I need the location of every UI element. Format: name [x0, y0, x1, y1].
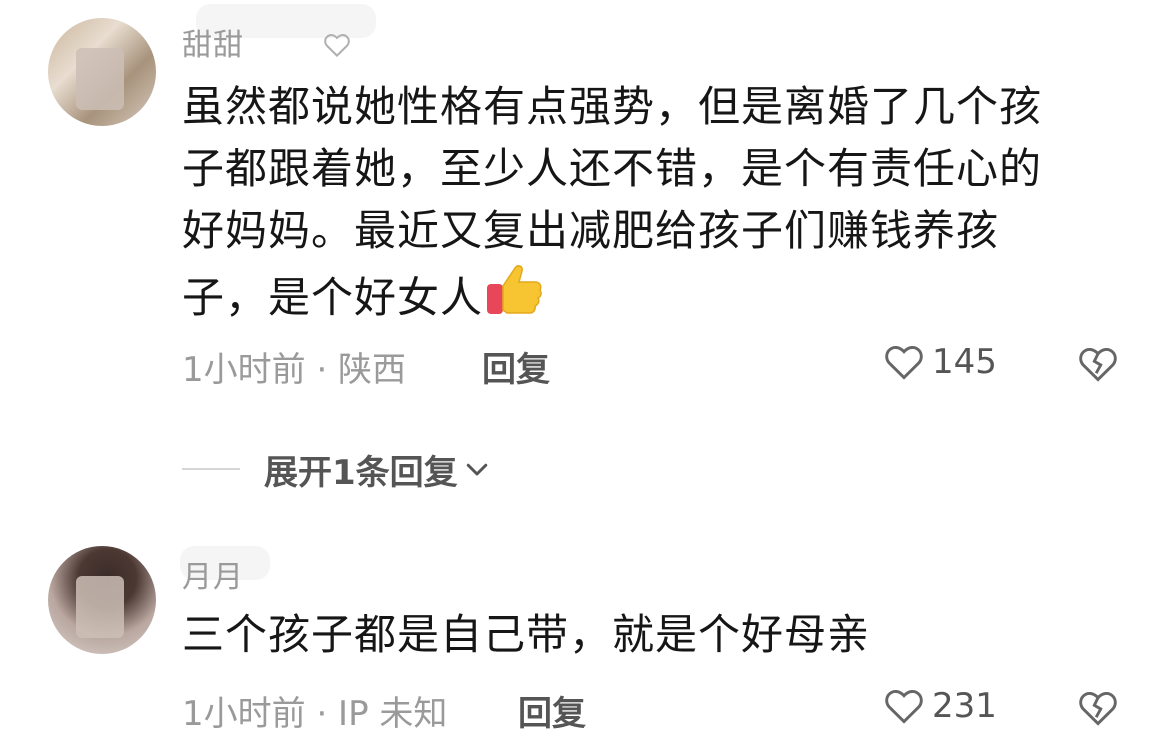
- chevron-down-icon: [466, 463, 487, 476]
- broken-heart-icon[interactable]: [1076, 342, 1120, 386]
- like-count: 231: [932, 686, 997, 726]
- username[interactable]: 月月: [182, 552, 244, 596]
- avatar[interactable]: [48, 18, 156, 126]
- comment-line-text: 子，是个好女人: [182, 273, 484, 322]
- comment-line: 三个孩子都是自己带，就是个好母亲: [182, 610, 871, 659]
- comment-text: 虽然都说她性格有点强势，但是离婚了几个孩 子都跟着她，至少人还不错，是个有责任心…: [182, 76, 1102, 329]
- expand-replies-label: 展开1条回复: [264, 452, 458, 493]
- broken-heart-icon[interactable]: [1076, 686, 1120, 730]
- comment-line: 子都跟着她，至少人还不错，是个有责任心的: [182, 144, 1043, 193]
- comment-meta: 1小时前 · IP 未知: [182, 694, 448, 734]
- like-count: 145: [932, 342, 997, 382]
- like-button[interactable]: 145: [882, 340, 997, 384]
- comment-line: 好妈妈。最近又复出减肥给孩子们赚钱养孩: [182, 206, 1000, 255]
- expand-divider: [182, 468, 240, 470]
- comment-text: 三个孩子都是自己带，就是个好母亲: [182, 604, 1102, 666]
- heart-outline-icon: [324, 34, 350, 58]
- like-button[interactable]: 231: [882, 684, 997, 728]
- avatar-blur: [76, 48, 124, 110]
- heart-icon: [885, 690, 923, 724]
- comment-meta: 1小时前 · 陕西: [182, 350, 407, 390]
- comment-line: 子，是个好女人: [182, 262, 1102, 329]
- reply-button[interactable]: 回复: [518, 686, 586, 735]
- comment-line: 虽然都说她性格有点强势，但是离婚了几个孩: [182, 82, 1043, 131]
- username[interactable]: 甜甜: [182, 20, 244, 64]
- expand-replies-button[interactable]: 展开1条回复: [182, 444, 492, 494]
- comment-item: 月月 三个孩子都是自己带，就是个好母亲 1小时前 · IP 未知 回复 231: [0, 540, 1170, 744]
- avatar-blur: [76, 576, 124, 638]
- avatar[interactable]: [48, 546, 156, 654]
- comment-item: 甜甜 虽然都说她性格有点强势，但是离婚了几个孩 子都跟着她，至少人还不错，是个有…: [0, 0, 1170, 400]
- heart-icon: [885, 346, 923, 380]
- reply-button[interactable]: 回复: [482, 342, 550, 391]
- thumbs-up-icon: [487, 265, 542, 314]
